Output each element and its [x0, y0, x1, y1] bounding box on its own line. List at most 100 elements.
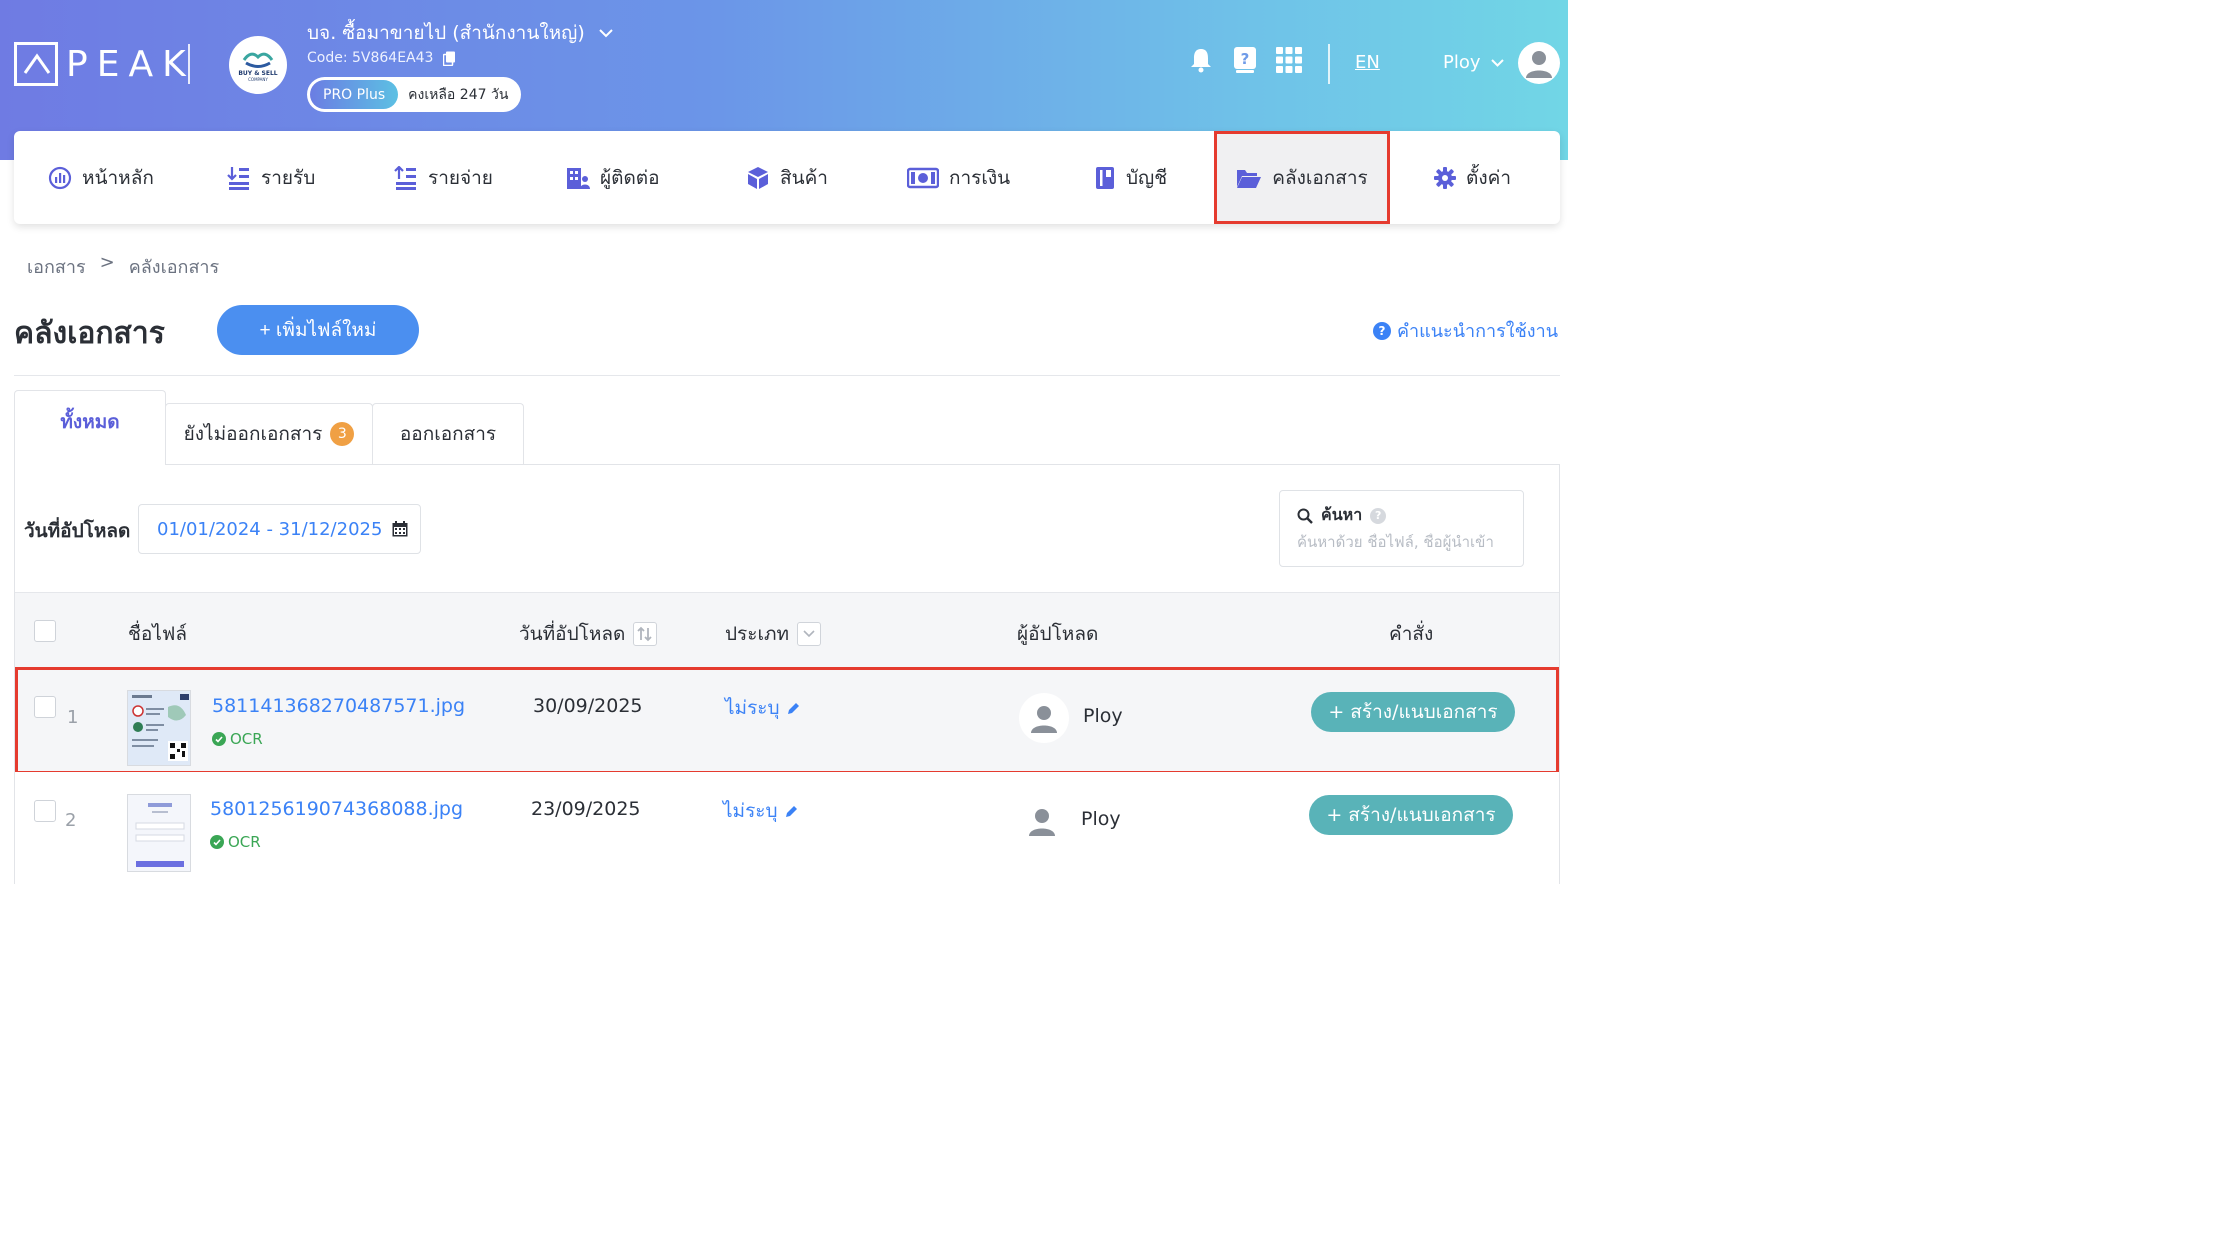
document-type-label: ไม่ระบุ	[725, 697, 780, 719]
page-title: คลังเอกสาร	[14, 316, 165, 351]
upload-date: 23/09/2025	[531, 798, 641, 820]
money-icon	[907, 167, 939, 188]
nav-expense[interactable]: รายจ่าย	[394, 131, 493, 224]
tab-not-issued[interactable]: ยังไม่ออกเอกสาร 3	[165, 403, 373, 464]
help-guide-label: คำแนะนำการใช้งาน	[1396, 321, 1558, 342]
plan-badge: PRO Plus	[310, 80, 399, 109]
company-switcher[interactable]: บจ. ซื้อมาขายไป (สำนักงานใหญ่)	[307, 18, 613, 48]
nav-document-vault[interactable]: คลังเอกสาร	[1214, 131, 1390, 224]
select-all-checkbox[interactable]	[34, 620, 56, 642]
file-thumbnail[interactable]	[127, 794, 191, 872]
nav-label: สินค้า	[780, 166, 828, 189]
file-name-link[interactable]: 581141368270487571.jpg	[212, 695, 465, 717]
folder-open-icon	[1237, 169, 1262, 188]
table-row[interactable]: 1 581141368270487571.jpg OCR 30/09/2025 …	[15, 667, 1559, 774]
help-book-icon[interactable]: ?	[1230, 44, 1260, 76]
divider	[14, 375, 1560, 376]
document-type-label: ไม่ระบุ	[723, 800, 778, 822]
breadcrumb-root[interactable]: เอกสาร	[27, 252, 86, 281]
svg-text:?: ?	[1241, 50, 1250, 68]
create-attach-document-button[interactable]: + สร้าง/แนบเอกสาร	[1309, 795, 1513, 835]
file-name-link[interactable]: 580125619074368088.jpg	[210, 798, 463, 820]
check-circle-icon	[212, 732, 226, 746]
calendar-icon	[392, 521, 408, 537]
nav-finance[interactable]: การเงิน	[907, 131, 1010, 224]
company-code: Code: 5V864EA43	[307, 50, 434, 66]
ocr-status: OCR	[210, 833, 261, 851]
nav-label: คลังเอกสาร	[1272, 166, 1368, 189]
bell-icon[interactable]	[1186, 44, 1216, 76]
question-circle-icon[interactable]: ?	[1370, 507, 1387, 524]
nav-income[interactable]: รายรับ	[227, 131, 315, 224]
date-range-value: 01/01/2024 - 31/12/2025	[157, 518, 383, 540]
nav-accounting[interactable]: บัญชี	[1094, 131, 1167, 224]
search-title: ค้นหา	[1321, 505, 1363, 524]
tab-issued[interactable]: ออกเอกสาร	[372, 403, 524, 464]
upload-date-label: วันที่อัปโหลด	[24, 520, 131, 542]
chevron-down-icon	[1490, 58, 1504, 67]
breadcrumb-current: คลังเอกสาร	[128, 257, 220, 278]
column-label: คำสั่ง	[1389, 623, 1434, 645]
chevron-down-icon[interactable]	[797, 622, 822, 646]
create-attach-document-button[interactable]: + สร้าง/แนบเอกสาร	[1311, 692, 1515, 732]
ocr-label: OCR	[230, 730, 263, 748]
nav-dashboard[interactable]: หน้าหลัก	[48, 131, 154, 224]
nav-label: ตั้งค่า	[1466, 166, 1511, 189]
peak-logo-mark	[14, 42, 58, 86]
nav-settings[interactable]: ตั้งค่า	[1434, 131, 1511, 224]
breadcrumb: เอกสาร > คลังเอกสาร	[27, 252, 219, 281]
add-file-button[interactable]: + เพิ่มไฟล์ใหม่	[217, 305, 419, 355]
nav-label: ผู้ติดต่อ	[600, 166, 660, 189]
user-icon	[1031, 706, 1057, 733]
tab-all[interactable]: ทั้งหมด	[14, 390, 166, 465]
pencil-icon	[785, 805, 797, 817]
date-range-picker[interactable]: 01/01/2024 - 31/12/2025	[138, 504, 421, 554]
table-row[interactable]: 2 580125619074368088.jpg OCR 23/09/2025 …	[15, 772, 1559, 884]
column-label: ชื่อไฟล์	[128, 623, 187, 645]
plan-pill[interactable]: PRO Plus คงเหลือ 247 วัน	[307, 77, 521, 112]
copy-icon[interactable]	[443, 51, 456, 66]
nav-products[interactable]: สินค้า	[746, 131, 828, 224]
document-type[interactable]: ไม่ระบุ	[725, 693, 801, 723]
nav-label: บัญชี	[1126, 166, 1168, 189]
company-code-row: Code: 5V864EA43	[307, 50, 456, 66]
header-divider	[1328, 44, 1330, 84]
receipt-thumbnail-image	[128, 691, 190, 765]
help-guide-link[interactable]: ? คำแนะนำการใช้งาน	[1372, 316, 1558, 345]
user-icon	[1029, 809, 1055, 836]
user-avatar[interactable]	[1518, 42, 1560, 84]
column-type: ประเภท	[725, 619, 822, 649]
tab-label: ยังไม่ออกเอกสาร	[183, 423, 323, 445]
user-menu[interactable]: Ploy	[1443, 52, 1504, 73]
column-label: วันที่อัปโหลด	[519, 623, 626, 645]
table-header: ชื่อไฟล์ วันที่อัปโหลด ประเภท ผู้อัปโหลด…	[15, 592, 1559, 669]
plan-days-left: คงเหลือ 247 วัน	[408, 86, 509, 103]
peak-logo[interactable]: PEAK	[14, 42, 195, 86]
upload-date: 30/09/2025	[533, 695, 643, 717]
row-number: 2	[65, 810, 77, 831]
check-circle-icon	[210, 835, 224, 849]
company-logo-sub: COMPANY	[248, 77, 268, 82]
main-nav: หน้าหลัก รายรับ รายจ่าย ผู้ติดต่อ สินค้า…	[14, 131, 1560, 224]
column-uploader: ผู้อัปโหลด	[1017, 619, 1098, 649]
account-book-icon	[1096, 166, 1114, 189]
handshake-icon	[242, 52, 274, 68]
apps-grid-icon[interactable]	[1274, 44, 1304, 76]
row-checkbox[interactable]	[34, 800, 56, 822]
language-switch[interactable]: EN	[1355, 52, 1380, 73]
nav-label: หน้าหลัก	[82, 166, 154, 189]
company-logo-text: BUY & SELL	[238, 70, 278, 77]
row-number: 1	[67, 707, 79, 728]
pencil-icon	[787, 702, 799, 714]
breadcrumb-separator: >	[99, 252, 115, 273]
count-badge: 3	[330, 422, 355, 446]
file-thumbnail[interactable]	[127, 690, 191, 766]
company-logo: BUY & SELL COMPANY	[229, 36, 287, 94]
dashboard-icon	[48, 166, 72, 189]
row-checkbox[interactable]	[34, 696, 56, 718]
sort-icon[interactable]	[633, 622, 658, 646]
nav-contacts[interactable]: ผู้ติดต่อ	[566, 131, 660, 224]
user-icon	[1526, 51, 1552, 78]
document-type[interactable]: ไม่ระบุ	[723, 796, 799, 826]
search-input[interactable]	[1297, 533, 1512, 551]
